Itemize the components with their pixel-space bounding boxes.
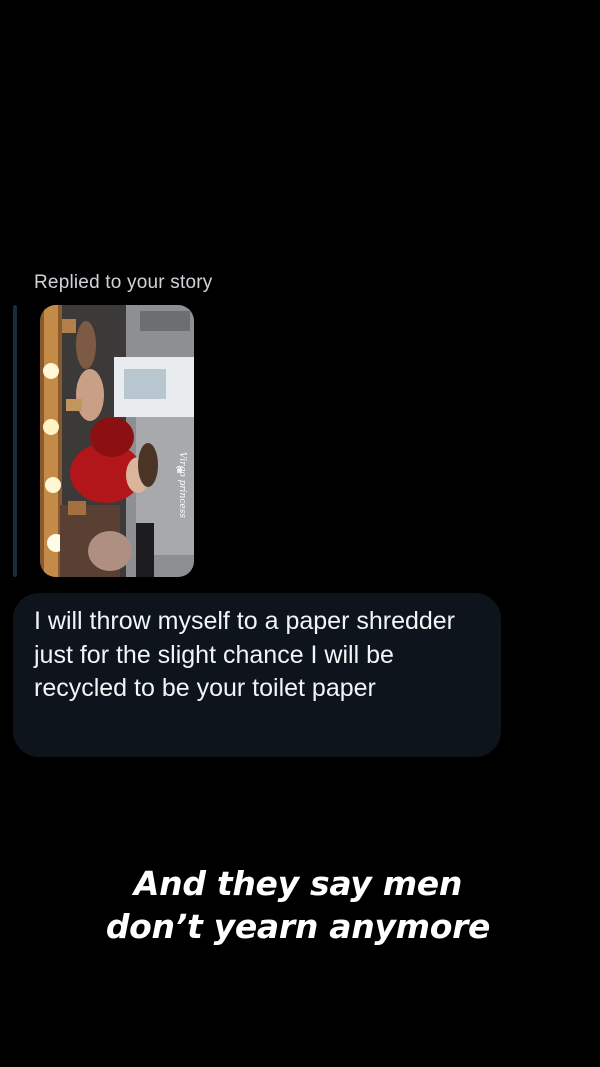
crown-emoji-icon: ♛ [175,465,184,476]
message-bubble[interactable]: I will throw myself to a paper shredder … [13,593,501,757]
caption-line-2: don’t yearn anymore [105,907,491,946]
story-photo: Virgo princess ♛ [40,305,194,577]
screen: Replied to your story Virgo princess ♛ I… [0,0,600,1067]
caption-line-1: And they say men [133,864,463,903]
story-overlay-caption: And they say men don’t yearn anymore [0,862,596,948]
message-text: I will throw myself to a paper shredder … [34,607,456,702]
reply-indicator-bar [13,305,17,577]
replied-to-story-label: Replied to your story [34,272,213,292]
story-caption-text: Virgo princess [177,452,187,518]
story-thumbnail[interactable]: Virgo princess ♛ [40,305,194,577]
